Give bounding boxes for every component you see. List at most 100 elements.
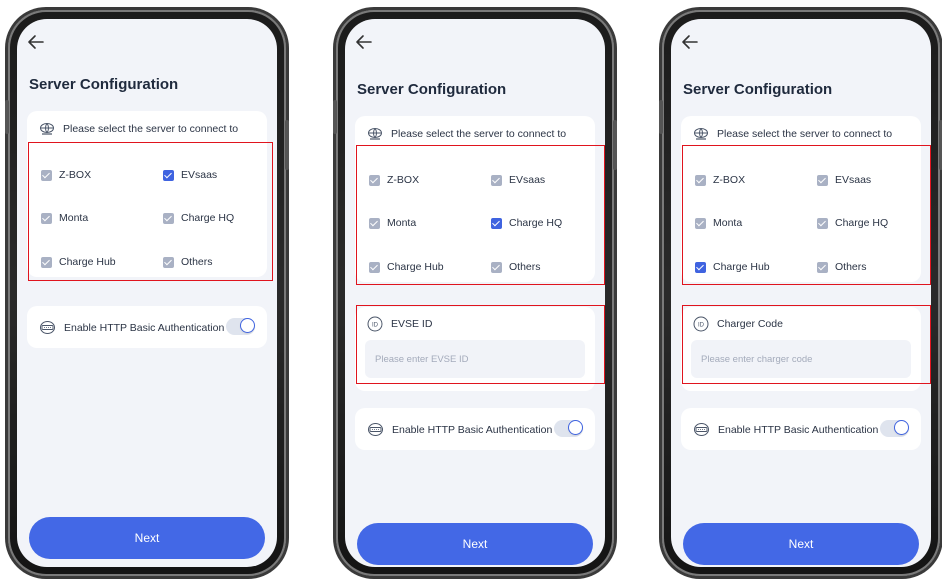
charger-code-label-row: ID Charger Code <box>693 316 783 332</box>
checkbox[interactable] <box>41 212 52 224</box>
checkbox[interactable] <box>491 174 502 186</box>
checkbox[interactable] <box>817 261 828 273</box>
svg-text:ID: ID <box>698 323 705 329</box>
svg-text:ID: ID <box>372 323 379 329</box>
charger-code-card: ID Charger Code <box>681 307 921 391</box>
server-prompt-text: Please select the server to connect to <box>717 128 893 140</box>
server-prompt: Please select the server to connect to <box>693 126 892 142</box>
server-prompt: Please select the server to connect to <box>39 121 238 137</box>
server-option-zbox[interactable]: Z-BOX <box>41 169 91 181</box>
server-option-charge-hq[interactable]: Charge HQ <box>491 217 562 229</box>
globe-icon <box>40 123 54 135</box>
back-arrow-icon[interactable] <box>25 31 47 53</box>
server-option-monta[interactable]: Monta <box>695 217 742 229</box>
http-auth-label: Enable HTTP Basic Authentication <box>718 423 879 436</box>
charger-code-label: Charger Code <box>717 318 783 330</box>
server-option-charge-hub[interactable]: Charge Hub <box>695 261 770 273</box>
server-selection-card: Please select the server to connect to Z… <box>27 111 267 277</box>
checkbox[interactable] <box>163 256 174 268</box>
phone-2: Server Configuration Please select the s… <box>333 10 617 576</box>
server-option-label: Z-BOX <box>387 174 420 186</box>
server-option-label: EVsaas <box>509 174 546 186</box>
checkbox[interactable] <box>41 256 52 268</box>
page-title: Server Configuration <box>29 76 179 93</box>
server-prompt-text: Please select the server to connect to <box>391 128 567 140</box>
http-auth-toggle[interactable] <box>226 318 255 335</box>
server-option-charge-hub[interactable]: Charge Hub <box>369 261 444 273</box>
server-selection-card: Please select the server to connect to Z… <box>681 116 921 282</box>
server-option-label: Monta <box>713 217 743 229</box>
server-option-label: Charge Hub <box>387 261 444 273</box>
checkbox-checked[interactable] <box>491 217 502 229</box>
server-option-others[interactable]: Others <box>817 261 867 273</box>
globe-icon <box>368 128 382 140</box>
server-option-label: Monta <box>387 217 417 229</box>
server-option-evsaas[interactable]: EVsaas <box>491 174 545 186</box>
server-option-evsaas[interactable]: EVsaas <box>817 174 871 186</box>
checkbox[interactable] <box>369 261 380 273</box>
charger-code-input[interactable] <box>691 340 911 378</box>
next-button[interactable]: Next <box>357 523 593 565</box>
server-option-label: Monta <box>59 212 89 224</box>
checkbox[interactable] <box>41 169 52 181</box>
id-badge-icon: ID <box>367 316 383 332</box>
evse-id-label-row: ID EVSE ID <box>367 316 432 332</box>
server-option-monta[interactable]: Monta <box>369 217 416 229</box>
server-option-monta[interactable]: Monta <box>41 212 88 224</box>
checkbox-checked[interactable] <box>695 261 706 273</box>
checkbox[interactable] <box>817 217 828 229</box>
server-option-zbox[interactable]: Z-BOX <box>695 174 745 186</box>
page-title: Server Configuration <box>357 81 507 98</box>
checkbox[interactable] <box>369 174 380 186</box>
checkbox[interactable] <box>163 212 174 224</box>
server-option-charge-hq[interactable]: Charge HQ <box>163 212 234 224</box>
checkbox[interactable] <box>491 261 502 273</box>
server-option-label: Z-BOX <box>713 174 746 186</box>
server-option-label: Charge HQ <box>509 217 563 229</box>
server-option-label: EVsaas <box>181 169 218 181</box>
http-auth-toggle[interactable] <box>554 420 583 437</box>
http-auth-row: Enable HTTP Basic Authentication <box>367 421 552 438</box>
server-option-label: Others <box>835 261 867 273</box>
checkbox[interactable] <box>695 217 706 229</box>
globe-icon <box>694 128 708 140</box>
toggle-knob <box>569 421 582 434</box>
http-auth-card: Enable HTTP Basic Authentication <box>355 408 595 450</box>
next-button[interactable]: Next <box>29 517 265 559</box>
server-option-label: Z-BOX <box>59 169 92 181</box>
server-option-label: Others <box>509 261 541 273</box>
phone-2-screen: Server Configuration Please select the s… <box>345 19 605 567</box>
evse-id-card: ID EVSE ID <box>355 307 595 391</box>
phone-3-screen: Server Configuration Please select the s… <box>671 19 931 567</box>
evse-id-label: EVSE ID <box>391 318 433 330</box>
evse-id-input[interactable] <box>365 340 585 378</box>
next-button[interactable]: Next <box>683 523 919 565</box>
http-icon <box>40 321 55 334</box>
http-auth-label: Enable HTTP Basic Authentication <box>64 321 225 334</box>
server-selection-card: Please select the server to connect to Z… <box>355 116 595 282</box>
checkbox[interactable] <box>817 174 828 186</box>
server-option-label: Charge Hub <box>713 261 770 273</box>
server-prompt: Please select the server to connect to <box>367 126 566 142</box>
server-option-others[interactable]: Others <box>163 256 213 268</box>
toggle-knob <box>895 421 908 434</box>
http-icon <box>694 423 709 436</box>
checkbox[interactable] <box>369 217 380 229</box>
checkbox-checked[interactable] <box>163 169 174 181</box>
http-auth-toggle[interactable] <box>880 420 909 437</box>
server-option-charge-hub[interactable]: Charge Hub <box>41 256 116 268</box>
server-option-others[interactable]: Others <box>491 261 541 273</box>
http-auth-row: Enable HTTP Basic Authentication <box>693 421 878 438</box>
back-arrow-icon[interactable] <box>353 31 375 53</box>
server-option-label: Others <box>181 256 213 268</box>
server-option-evsaas[interactable]: EVsaas <box>163 169 217 181</box>
http-auth-label: Enable HTTP Basic Authentication <box>392 423 553 436</box>
server-option-charge-hq[interactable]: Charge HQ <box>817 217 888 229</box>
server-option-zbox[interactable]: Z-BOX <box>369 174 419 186</box>
http-auth-card: Enable HTTP Basic Authentication <box>27 306 267 348</box>
back-arrow-icon[interactable] <box>679 31 701 53</box>
http-icon <box>368 423 383 436</box>
checkbox[interactable] <box>695 174 706 186</box>
id-badge-icon: ID <box>693 316 709 332</box>
phone-3: Server Configuration Please select the s… <box>659 10 942 576</box>
